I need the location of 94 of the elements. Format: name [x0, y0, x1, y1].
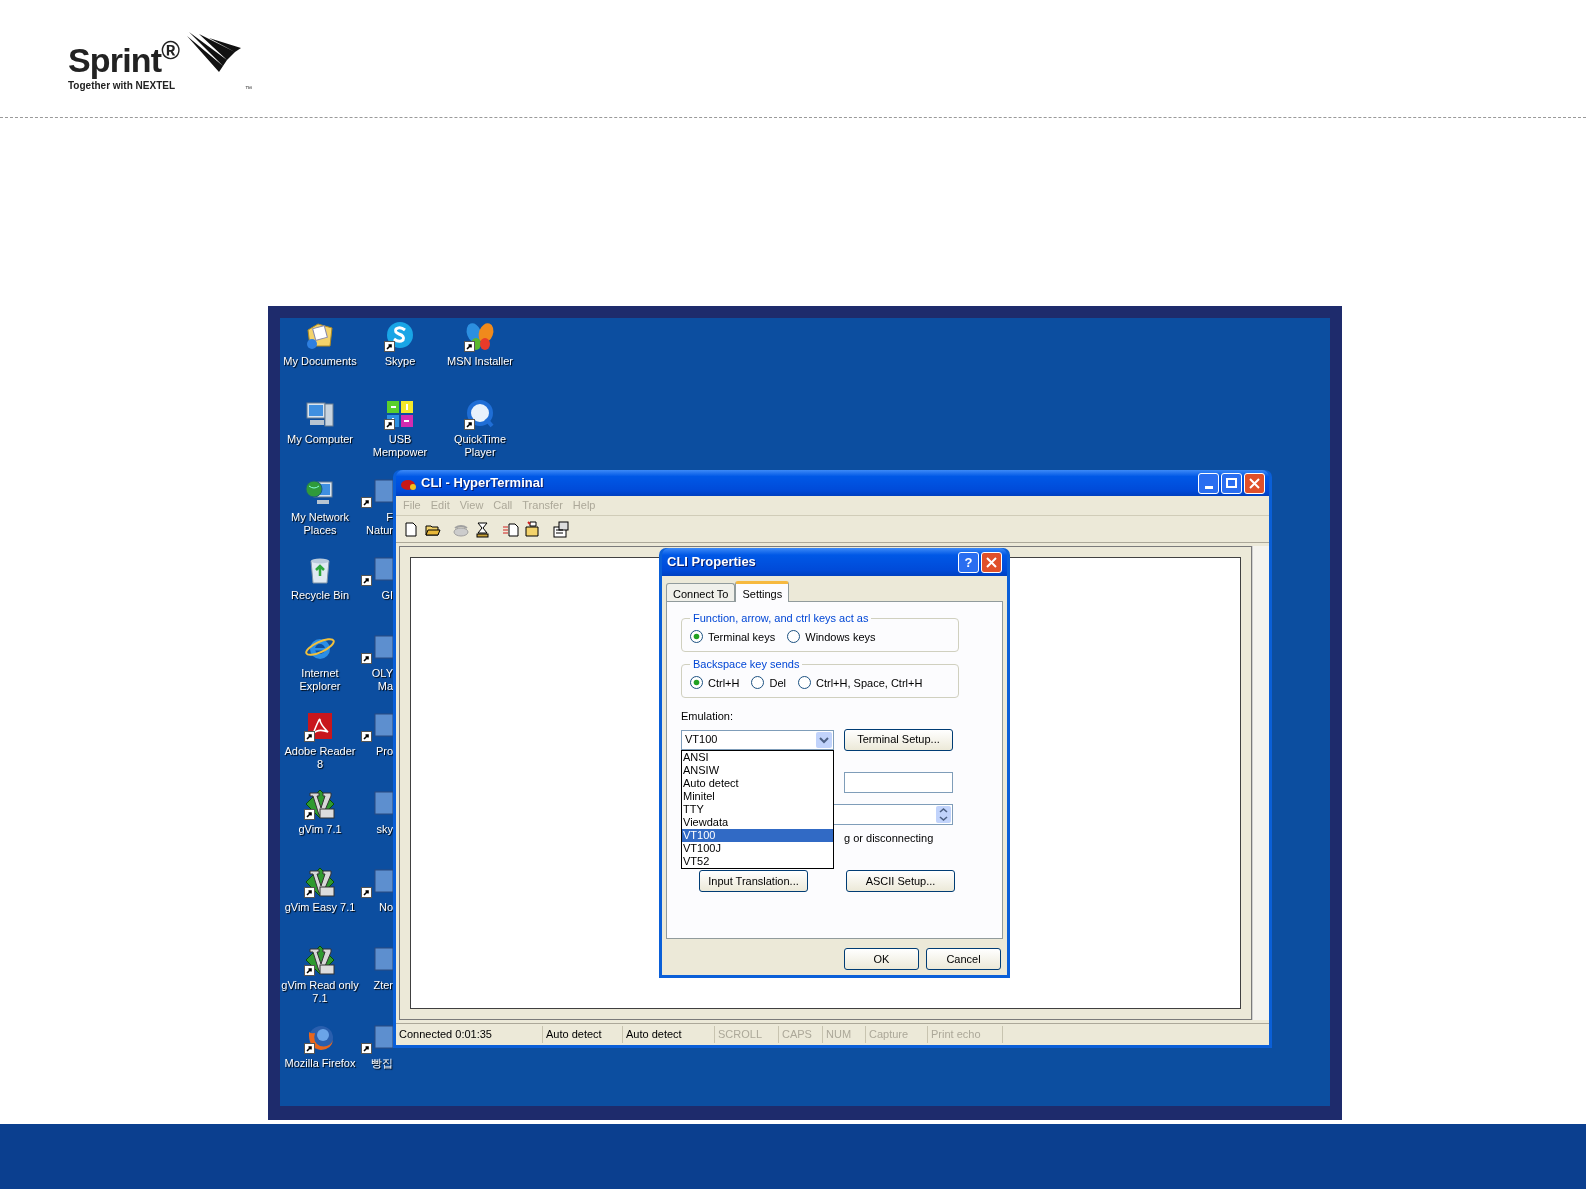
dropdown-option[interactable]: ANSI — [682, 750, 833, 764]
ascii-setup-button[interactable]: ASCII Setup... — [846, 870, 955, 892]
input-translation-button[interactable]: Input Translation... — [699, 870, 808, 892]
icon-label[interactable]: Skype — [360, 355, 440, 368]
cancel-button[interactable]: Cancel — [926, 948, 1001, 970]
arrows-grid-icon[interactable] — [384, 398, 416, 430]
text-field[interactable] — [844, 771, 953, 793]
close-button[interactable] — [981, 551, 1002, 573]
checkbox-label: g or disconnecting — [844, 830, 935, 846]
status-text: CAPS — [779, 1026, 823, 1043]
app-icon[interactable] — [361, 866, 393, 898]
properties-icon[interactable] — [552, 520, 570, 538]
icon-label[interactable]: OLY Ma — [360, 667, 393, 693]
icon-label[interactable]: MSN Installer — [440, 355, 520, 368]
folder-icon[interactable] — [304, 320, 336, 352]
dropdown-option[interactable]: VT100J — [682, 841, 833, 855]
ok-button[interactable]: OK — [844, 948, 919, 970]
radio-label[interactable]: Windows keys — [805, 628, 876, 645]
terminal-setup-button[interactable]: Terminal Setup... — [844, 728, 953, 751]
icon-label[interactable]: Recycle Bin — [280, 589, 360, 602]
icon-label[interactable]: Internet Explorer — [280, 667, 360, 693]
v-logo-icon[interactable] — [304, 944, 336, 976]
radio-label[interactable]: Del — [769, 674, 786, 691]
icon-label[interactable]: My Computer — [280, 433, 360, 446]
s-logo-icon[interactable] — [384, 320, 416, 352]
help-button[interactable]: ? — [958, 551, 979, 573]
app-icon[interactable] — [361, 1022, 393, 1054]
app-icon[interactable] — [361, 710, 393, 742]
dropdown-option[interactable]: TTY — [682, 802, 833, 816]
icon-label[interactable]: Zter — [360, 979, 393, 992]
maximize-icon — [1226, 478, 1237, 488]
status-text: Auto detect — [623, 1026, 715, 1043]
dropdown-option[interactable]: Auto detect — [682, 776, 833, 790]
icon-label[interactable]: Mozilla Firefox — [280, 1057, 360, 1070]
send-file-icon[interactable] — [502, 520, 520, 538]
radio-button[interactable] — [690, 676, 703, 690]
group-label: Function, arrow, and ctrl keys act as — [692, 611, 870, 626]
radio-button[interactable] — [787, 630, 801, 644]
dropdown-option[interactable]: Minitel — [682, 789, 833, 803]
scrollbar[interactable] — [1252, 546, 1269, 1020]
icon-label[interactable]: gVim 7.1 — [280, 823, 360, 836]
close-button[interactable] — [1244, 472, 1265, 494]
icon-label[interactable]: GI — [360, 589, 393, 602]
app-icon[interactable] — [361, 632, 393, 664]
receive-file-icon[interactable] — [524, 520, 542, 538]
icon-label[interactable]: QuickTime Player — [440, 433, 520, 459]
group-label: Backspace key sends — [692, 657, 801, 672]
radio-button[interactable] — [798, 676, 811, 690]
app-icon[interactable] — [361, 554, 393, 586]
status-text: SCROLL — [715, 1026, 779, 1043]
maximize-button[interactable] — [1221, 472, 1242, 494]
spinner-arrows-icon — [936, 805, 951, 823]
dropdown-option[interactable]: ANSIW — [682, 763, 833, 777]
icon-label[interactable]: My Documents — [280, 355, 360, 368]
radio-label[interactable]: Ctrl+H, Space, Ctrl+H — [816, 674, 923, 691]
radio-button[interactable] — [751, 676, 765, 690]
new-document-icon[interactable] — [402, 520, 420, 538]
q-logo-icon[interactable] — [464, 398, 496, 430]
close-icon — [1249, 477, 1260, 489]
dropdown-option[interactable]: VT52 — [682, 854, 833, 868]
status-text: Print echo — [928, 1026, 1003, 1043]
icon-label[interactable]: sky — [360, 823, 393, 836]
logo-tagline: Together with NEXTEL — [68, 80, 176, 92]
dropdown-option[interactable]: VT100 — [682, 828, 833, 842]
tab[interactable]: Settings — [735, 581, 790, 602]
app-icon[interactable] — [361, 476, 393, 508]
dropdown-option[interactable]: Viewdata — [682, 815, 833, 829]
v-logo-icon[interactable] — [304, 866, 336, 898]
radio-label[interactable]: Ctrl+H — [708, 674, 740, 691]
icon-label[interactable]: Adobe Reader 8 — [280, 745, 360, 771]
radio-label[interactable]: Terminal keys — [708, 628, 776, 645]
tab[interactable]: Connect To — [666, 583, 736, 601]
status-text: NUM — [823, 1026, 866, 1043]
icon-label[interactable]: My Network Places — [280, 511, 360, 537]
minimize-button[interactable] — [1198, 472, 1219, 494]
icon-label[interactable]: gVim Easy 7.1 — [280, 901, 360, 914]
icon-label[interactable]: USB Mempower — [360, 433, 440, 459]
emulation-label: Emulation: — [681, 709, 734, 724]
window-title: CLI - HyperTerminal — [421, 474, 544, 493]
status-text: Auto detect — [543, 1026, 623, 1043]
icon-label[interactable]: No — [360, 901, 393, 914]
chevron-down-icon — [816, 731, 832, 748]
status-text: Connected 0:01:35 — [396, 1026, 543, 1043]
butterfly-icon[interactable] — [464, 320, 496, 352]
dialog-title: CLI Properties — [667, 553, 756, 572]
icon-label[interactable]: 빵집 — [360, 1057, 393, 1070]
icon-label[interactable]: Pro — [360, 745, 393, 758]
close-icon — [986, 556, 997, 568]
v-logo-icon[interactable] — [304, 788, 336, 820]
icon-label[interactable]: gVim Read only 7.1 — [280, 979, 360, 1005]
minimize-icon — [1204, 485, 1213, 489]
icon-label[interactable]: F Natur — [360, 511, 393, 537]
status-text: Capture — [866, 1026, 928, 1043]
radio-button[interactable] — [690, 630, 703, 644]
